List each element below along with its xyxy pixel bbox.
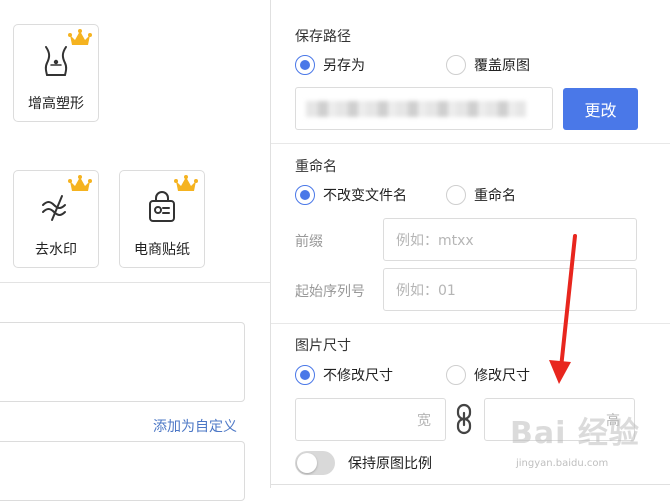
tool-body-shape[interactable]: 增高塑形: [13, 24, 99, 122]
baidu-watermark: Bai 经验 jingyan.baidu.com: [510, 408, 640, 469]
radio-label: 修改尺寸: [474, 368, 530, 384]
radio-button[interactable]: [446, 55, 466, 75]
radio-label: 重命名: [474, 188, 516, 204]
tool-label: 增高塑形: [28, 96, 84, 112]
tool-ecommerce-sticker[interactable]: 电商贴纸: [119, 170, 205, 268]
preset-box[interactable]: [0, 322, 245, 402]
save-path-field[interactable]: [295, 87, 553, 130]
start-number-placeholder: 例如：01: [396, 282, 456, 299]
tool-label: 电商贴纸: [134, 242, 190, 258]
prefix-input[interactable]: 例如：mtxx: [383, 218, 637, 261]
radio-label: 另存为: [323, 58, 365, 74]
radio-label: 不修改尺寸: [323, 368, 393, 384]
radio-change-size[interactable]: 修改尺寸: [446, 365, 530, 385]
start-number-label: 起始序列号: [295, 284, 365, 300]
change-path-button[interactable]: 更改: [563, 88, 638, 130]
remove-watermark-icon: [14, 189, 98, 229]
radio-button-checked[interactable]: [295, 185, 315, 205]
prefix-placeholder: 例如：mtxx: [396, 232, 474, 249]
image-size-title: 图片尺寸: [295, 338, 351, 354]
radio-label: 不改变文件名: [323, 188, 407, 204]
radio-rename[interactable]: 重命名: [446, 185, 516, 205]
radio-keep-size[interactable]: 不修改尺寸: [295, 365, 393, 385]
shopping-bag-icon: [120, 189, 204, 229]
blurred-path: [306, 101, 526, 117]
left-divider: [0, 282, 270, 283]
keep-ratio-toggle[interactable]: [295, 451, 335, 475]
radio-save-as[interactable]: 另存为: [295, 55, 365, 75]
width-placeholder: 宽: [417, 412, 431, 429]
tool-label: 去水印: [35, 242, 77, 258]
watermark-url: jingyan.baidu.com: [516, 458, 609, 469]
tool-remove-watermark[interactable]: 去水印: [13, 170, 99, 268]
section-divider: [271, 143, 670, 144]
radio-button[interactable]: [446, 185, 466, 205]
keep-ratio-label: 保持原图比例: [348, 456, 432, 472]
watermark-text: Bai 经验: [510, 416, 640, 451]
prefix-label: 前缀: [295, 234, 323, 250]
rename-title: 重命名: [295, 159, 337, 175]
bottom-divider: [271, 484, 670, 485]
radio-overwrite[interactable]: 覆盖原图: [446, 55, 530, 75]
left-panel: 增高塑形 去水印 电商贴纸 添加为自定义: [0, 0, 270, 501]
custom-box[interactable]: [0, 441, 245, 501]
start-number-input[interactable]: 例如：01: [383, 268, 637, 311]
radio-button-checked[interactable]: [295, 55, 315, 75]
radio-button-checked[interactable]: [295, 365, 315, 385]
radio-label: 覆盖原图: [474, 58, 530, 74]
width-input[interactable]: 宽: [295, 398, 446, 441]
body-shape-icon: [14, 43, 98, 83]
radio-keep-name[interactable]: 不改变文件名: [295, 185, 407, 205]
section-divider: [271, 323, 670, 324]
link-ratio-icon[interactable]: [454, 403, 474, 439]
radio-button[interactable]: [446, 365, 466, 385]
save-path-title: 保存路径: [295, 29, 351, 45]
add-custom-link[interactable]: 添加为自定义: [153, 416, 237, 436]
